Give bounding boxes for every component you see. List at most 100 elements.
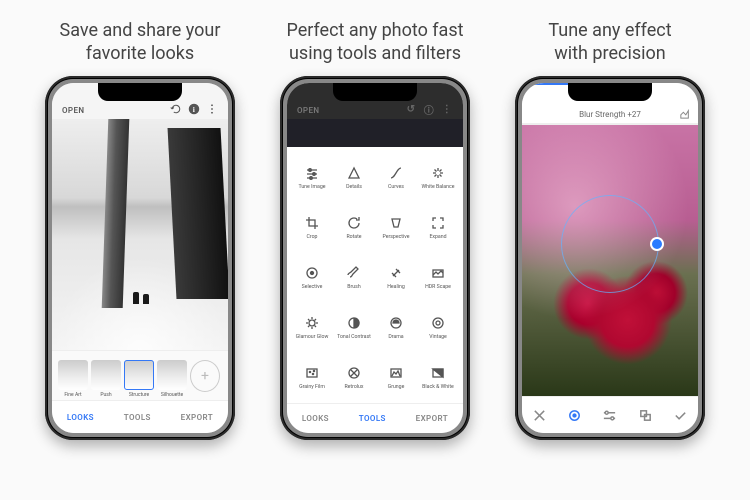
tool-expand[interactable]: Expand [417, 203, 459, 253]
tool-black-white[interactable]: Black & White [417, 353, 459, 403]
expand-icon [431, 216, 445, 230]
phone-frame: Blur Strength +27 [515, 76, 705, 440]
add-look-button[interactable]: + [190, 360, 220, 392]
app-store-screenshots: Save and share yourfavorite looks OPEN i… [0, 0, 750, 500]
grunge-icon [389, 366, 403, 380]
tool-details[interactable]: Details [333, 153, 375, 203]
effect-label: Blur Strength +27 [579, 110, 641, 119]
hdr-scape-icon [431, 266, 445, 280]
main-photo[interactable] [52, 119, 228, 350]
screenshot-1: Save and share yourfavorite looks OPEN i… [30, 20, 250, 440]
notch [333, 83, 417, 101]
curves-icon [389, 166, 403, 180]
tool-white-balance[interactable]: White Balance [417, 153, 459, 203]
info-icon[interactable]: i [188, 103, 200, 115]
tool-crop[interactable]: Crop [291, 203, 333, 253]
cancel-button[interactable] [531, 406, 549, 424]
tool-tune-image[interactable]: Tune Image [291, 153, 333, 203]
notch [98, 83, 182, 101]
tool-rotate[interactable]: Rotate [333, 203, 375, 253]
info-icon[interactable]: ⓘ [423, 103, 435, 115]
more-icon[interactable] [206, 103, 218, 115]
tool-hdr-scape[interactable]: HDR Scape [417, 253, 459, 303]
tool-label: Crop [307, 234, 318, 240]
screenshot-2: Perfect any photo fastusing tools and fi… [265, 20, 485, 440]
tab-looks[interactable]: LOOKS [302, 414, 329, 423]
rotate-icon [347, 216, 361, 230]
grainy-film-icon [305, 366, 319, 380]
tool-label: Rotate [346, 234, 361, 240]
undo-icon[interactable]: ↺ [405, 103, 417, 115]
tool-label: Healing [387, 284, 405, 290]
details-icon [347, 166, 361, 180]
adjust-button[interactable] [601, 406, 619, 424]
bottom-tabs: LOOKS TOOLS EXPORT [287, 403, 463, 433]
action-bar [522, 396, 698, 433]
tool-perspective[interactable]: Perspective [375, 203, 417, 253]
effect-button[interactable] [566, 406, 584, 424]
focus-ring[interactable] [561, 195, 659, 293]
main-photo[interactable] [522, 125, 698, 396]
open-button[interactable]: OPEN [297, 106, 319, 115]
healing-icon [389, 266, 403, 280]
photo-subjects [133, 280, 157, 304]
tab-export[interactable]: EXPORT [181, 413, 213, 422]
filter-strip: Fine Art Push Structure Silhouette + [52, 350, 228, 400]
svg-text:i: i [193, 105, 195, 114]
tab-tools[interactable]: TOOLS [359, 414, 386, 423]
caption-3: Tune any effectwith precision [548, 20, 671, 66]
tool-drama[interactable]: Drama [375, 303, 417, 353]
more-icon[interactable]: ⋮ [441, 103, 453, 115]
tool-vintage[interactable]: Vintage [417, 303, 459, 353]
tool-curves[interactable]: Curves [375, 153, 417, 203]
phone-frame: OPEN ↺ ⓘ ⋮ Tune Image Details Curves White … [280, 76, 470, 440]
tool-retrolux[interactable]: Retrolux [333, 353, 375, 403]
tab-looks[interactable]: LOOKS [67, 413, 94, 422]
tool-label: Black & White [422, 384, 454, 390]
glamour-glow-icon [305, 316, 319, 330]
filter-structure[interactable]: Structure [124, 360, 154, 398]
tool-tonal-contrast[interactable]: Tonal Contrast [333, 303, 375, 353]
tool-label: Perspective [383, 234, 410, 240]
caption-1: Save and share yourfavorite looks [60, 20, 221, 66]
tool-label: Curves [388, 184, 404, 190]
screen: Blur Strength +27 [522, 83, 698, 433]
tool-brush[interactable]: Brush [333, 253, 375, 303]
retrolux-icon [347, 366, 361, 380]
tool-label: White Balance [422, 184, 455, 190]
tab-export[interactable]: EXPORT [416, 414, 448, 423]
tool-grid: Tune Image Details Curves White Balance Crop… [287, 147, 463, 403]
crop-icon [305, 216, 319, 230]
screen: OPEN ↺ ⓘ ⋮ Tune Image Details Curves White … [287, 83, 463, 433]
tool-label: Grainy Film [299, 384, 325, 390]
perspective-icon [389, 216, 403, 230]
tab-tools[interactable]: TOOLS [124, 413, 151, 422]
histogram-icon[interactable] [680, 109, 690, 119]
tool-label: Tonal Contrast [337, 334, 371, 340]
tool-label: Grunge [388, 384, 405, 390]
bottom-tabs: LOOKS TOOLS EXPORT [52, 400, 228, 433]
brush-icon [347, 266, 361, 280]
filter-fine-art[interactable]: Fine Art [58, 360, 88, 398]
drama-icon [389, 316, 403, 330]
undo-icon[interactable] [170, 103, 182, 115]
black-white-icon [431, 366, 445, 380]
filter-silhouette[interactable]: Silhouette [157, 360, 187, 398]
tune-image-icon [305, 166, 319, 180]
tool-grainy-film[interactable]: Grainy Film [291, 353, 333, 403]
tonal-contrast-icon [347, 316, 361, 330]
vintage-icon [431, 316, 445, 330]
tool-grunge[interactable]: Grunge [375, 353, 417, 403]
white-balance-icon [431, 166, 445, 180]
caption-2: Perfect any photo fastusing tools and fi… [286, 20, 463, 66]
tool-label: Tune Image [298, 184, 325, 190]
tool-label: Brush [347, 284, 360, 290]
filter-push[interactable]: Push [91, 360, 121, 398]
screenshot-3: Tune any effectwith precision Blur Stren… [500, 20, 720, 440]
tool-glamour-glow[interactable]: Glamour Glow [291, 303, 333, 353]
apply-button[interactable] [671, 406, 689, 424]
styles-button[interactable] [636, 406, 654, 424]
open-button[interactable]: OPEN [62, 106, 84, 115]
tool-healing[interactable]: Healing [375, 253, 417, 303]
tool-selective[interactable]: Selective [291, 253, 333, 303]
